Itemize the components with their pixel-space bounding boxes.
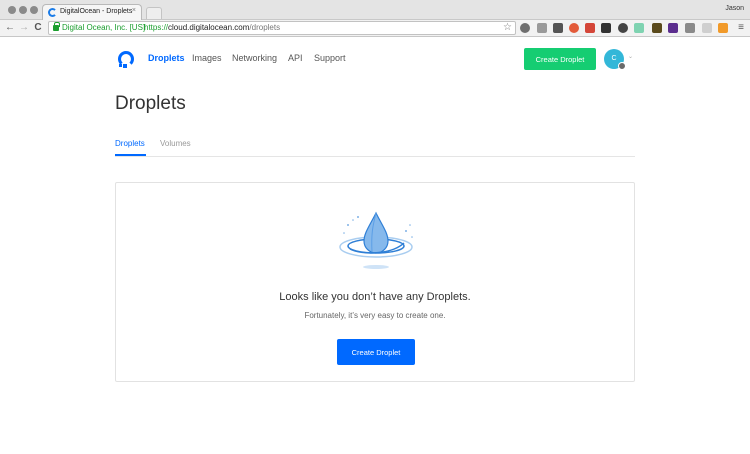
logo-square-1 (123, 64, 127, 68)
back-arrow-icon[interactable]: ← (4, 22, 16, 34)
browser-toolbar: ← → C Digital Ocean, Inc. [US] https://c… (0, 20, 750, 37)
lock-icon (53, 22, 60, 31)
empty-state-card: Looks like you don’t have any Droplets. … (115, 182, 635, 382)
ev-certificate-label[interactable]: Digital Ocean, Inc. [US] (62, 23, 145, 32)
browser-tab[interactable]: DigitalOcean - Droplets × (42, 4, 142, 20)
droplet-illustration-icon (339, 211, 413, 269)
zoom-window-button[interactable] (30, 6, 38, 14)
forward-arrow-icon[interactable]: → (18, 22, 30, 34)
create-droplet-button[interactable]: Create Droplet (337, 339, 415, 365)
url-scheme: https:// (144, 23, 169, 32)
tab-close-icon[interactable]: × (132, 7, 136, 14)
new-tab-button[interactable] (146, 7, 162, 19)
nav-images[interactable]: Images (192, 53, 222, 63)
extension-brown-icon[interactable] (652, 23, 662, 33)
nav-support[interactable]: Support (314, 53, 346, 63)
page-title: Droplets (115, 93, 186, 114)
url-path: /droplets (249, 23, 281, 32)
profile-name[interactable]: Jason (725, 5, 744, 12)
extension-light-icon[interactable] (702, 23, 712, 33)
tab-droplets[interactable]: Droplets (115, 139, 145, 148)
extension-gmail-icon[interactable] (585, 23, 595, 33)
logo-square-2 (119, 64, 122, 67)
extension-info-icon[interactable] (618, 23, 628, 33)
browser-menu-icon[interactable]: ≡ (738, 22, 744, 34)
extension-sync-icon[interactable] (520, 23, 530, 33)
extension-rss-icon[interactable] (718, 23, 728, 33)
avatar-badge (618, 62, 626, 70)
extension-green-icon[interactable] (634, 23, 644, 33)
page-content: Droplets Images Networking API Support C… (0, 38, 750, 454)
minimize-window-button[interactable] (19, 6, 27, 14)
extension-pocket-icon[interactable] (553, 23, 563, 33)
chevron-down-icon[interactable]: ⌄ (628, 53, 633, 60)
bookmark-star-icon[interactable]: ☆ (503, 22, 512, 34)
extension-buffer-icon[interactable] (601, 23, 611, 33)
extension-purple-icon[interactable] (668, 23, 678, 33)
url-host: cloud.digitalocean.com (168, 23, 250, 32)
tab-volumes[interactable]: Volumes (160, 139, 191, 148)
create-droplet-header-button[interactable]: Create Droplet (524, 48, 596, 70)
digitalocean-favicon-icon (48, 8, 57, 17)
url-text[interactable]: https://cloud.digitalocean.com/droplets (144, 23, 280, 32)
logo-square-3 (119, 61, 121, 63)
empty-state-subtext: Fortunately, it’s very easy to create on… (304, 311, 446, 320)
tabs-divider (115, 156, 635, 157)
nav-api[interactable]: API (288, 53, 303, 63)
browser-titlebar: DigitalOcean - Droplets × Jason (0, 0, 750, 20)
extension-gray-icon[interactable] (685, 23, 695, 33)
extension-orange-icon[interactable] (569, 23, 579, 33)
close-window-button[interactable] (8, 6, 16, 14)
reload-icon[interactable]: C (32, 22, 44, 34)
nav-droplets[interactable]: Droplets (148, 53, 185, 63)
extension-mail-icon[interactable] (537, 23, 547, 33)
address-bar[interactable]: Digital Ocean, Inc. [US] https://cloud.d… (48, 21, 516, 35)
tab-title: DigitalOcean - Droplets (60, 8, 133, 15)
empty-state-heading: Looks like you don’t have any Droplets. (279, 291, 471, 303)
nav-networking[interactable]: Networking (232, 53, 277, 63)
